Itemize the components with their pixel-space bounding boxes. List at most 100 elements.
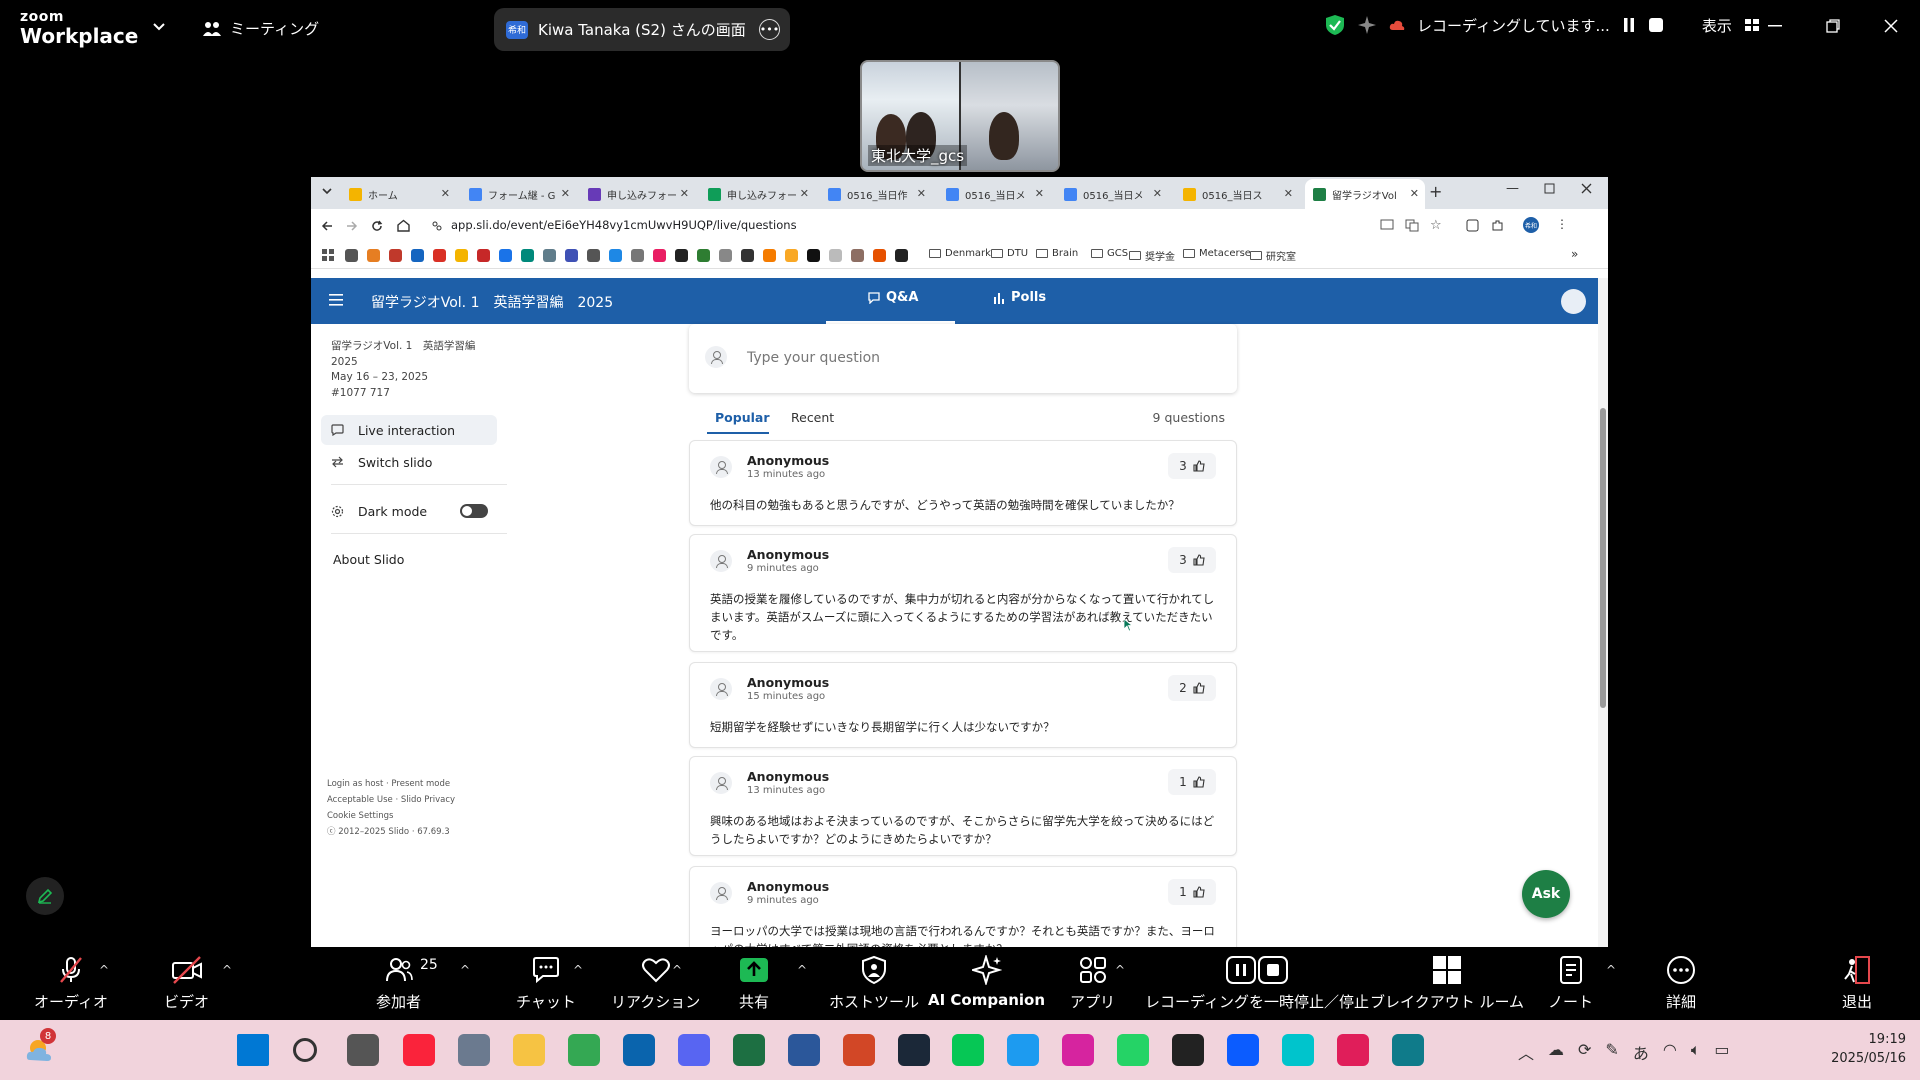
translate-icon[interactable]: [1405, 219, 1419, 232]
apps-button[interactable]: アプリ: [1070, 955, 1115, 1012]
bookmark-folder[interactable]: Metacerse: [1183, 248, 1251, 259]
tab-close-icon[interactable]: ✕: [680, 187, 689, 200]
weather-widget[interactable]: 8: [24, 1028, 58, 1064]
user-avatar-icon[interactable]: [1561, 289, 1586, 314]
bookmark-favicon-icon[interactable]: [411, 249, 424, 262]
chrome-icon[interactable]: [568, 1034, 600, 1066]
share-options-caret[interactable]: ^: [797, 963, 807, 977]
breakout-rooms-button[interactable]: ブレイクアウト ルーム: [1370, 955, 1524, 1012]
bookmark-favicon-icon[interactable]: [367, 249, 380, 262]
bookmark-favicon-icon[interactable]: [499, 249, 512, 262]
reload-icon[interactable]: [371, 220, 383, 232]
extensions-puzzle-icon[interactable]: [1491, 219, 1504, 232]
notes-button[interactable]: ノート: [1548, 955, 1593, 1012]
sync-icon[interactable]: ⟳: [1578, 1040, 1591, 1064]
host-tools-button[interactable]: ホストツール: [829, 955, 919, 1012]
about-slido-link[interactable]: About Slido: [333, 552, 404, 567]
shield-check-icon[interactable]: [1325, 14, 1345, 36]
powerpoint-icon[interactable]: [843, 1034, 875, 1066]
annotate-pencil-button[interactable]: [26, 877, 64, 915]
home-icon[interactable]: [397, 219, 410, 232]
browser-tab[interactable]: 0516_当日ス ✕: [1175, 179, 1299, 209]
tab-recent[interactable]: Recent: [791, 410, 834, 425]
stop-recording-icon[interactable]: [1648, 17, 1664, 33]
ask-button[interactable]: Ask: [1522, 870, 1570, 918]
wifi-icon[interactable]: ◠: [1663, 1040, 1677, 1064]
url-text[interactable]: app.sli.do/event/eEi6eYH48vy1cmUwvH9UQP/…: [451, 218, 797, 232]
pause-recording-icon[interactable]: [1622, 17, 1636, 33]
ai-sparkle-icon[interactable]: [1357, 15, 1377, 35]
sidebar-item-switch-slido[interactable]: Switch slido: [321, 447, 497, 477]
tab-close-icon[interactable]: ✕: [441, 187, 450, 200]
reactions-options-caret[interactable]: ^: [672, 963, 682, 977]
bookmark-folder[interactable]: 研究室: [1250, 248, 1296, 263]
like-button[interactable]: 2: [1168, 675, 1216, 701]
view-label[interactable]: 表示: [1702, 15, 1732, 36]
tab-close-icon[interactable]: ✕: [1410, 187, 1419, 200]
browser-tab[interactable]: ホーム ✕: [341, 179, 456, 209]
browser-restore-icon[interactable]: [1544, 183, 1555, 194]
question-input-placeholder[interactable]: Type your question: [747, 350, 880, 366]
music-app-icon[interactable]: [403, 1034, 435, 1066]
like-button[interactable]: 1: [1168, 879, 1216, 905]
tab-close-icon[interactable]: ✕: [800, 187, 809, 200]
ime-indicator[interactable]: あ: [1633, 1040, 1649, 1064]
browser-tab[interactable]: 申し込みフォー ✕: [580, 179, 695, 209]
site-info-icon[interactable]: [431, 220, 443, 232]
footer-host-links[interactable]: Login as host · Present mode: [327, 776, 455, 792]
tab-close-icon[interactable]: ✕: [561, 187, 570, 200]
dark-mode-toggle[interactable]: [460, 504, 488, 518]
video-button[interactable]: ビデオ: [164, 955, 209, 1012]
profile-avatar[interactable]: 希和: [1523, 217, 1539, 233]
browser-tab[interactable]: 申し込みフォー ✕: [700, 179, 815, 209]
bookmark-favicon-icon[interactable]: [565, 249, 578, 262]
bookmark-favicon-icon[interactable]: [345, 249, 358, 262]
pen-app-icon[interactable]: [1392, 1034, 1424, 1066]
reactions-button[interactable]: リアクション: [611, 955, 700, 1012]
tab-close-icon[interactable]: ✕: [1153, 187, 1162, 200]
page-scrollbar[interactable]: [1598, 278, 1608, 947]
pen-icon[interactable]: ✎: [1605, 1040, 1618, 1064]
new-tab-icon[interactable]: +: [1429, 182, 1442, 201]
task-view-icon[interactable]: [347, 1034, 379, 1066]
instagram-icon[interactable]: [1062, 1034, 1094, 1066]
whatsapp-icon[interactable]: [1117, 1034, 1149, 1066]
tab-close-icon[interactable]: ✕: [917, 187, 926, 200]
browser-tab[interactable]: 0516_当日作 ✕: [820, 179, 932, 209]
excel-icon[interactable]: [733, 1034, 765, 1066]
bookmark-favicon-icon[interactable]: [851, 249, 864, 262]
chat-options-caret[interactable]: ^: [573, 963, 583, 977]
bookmark-star-icon[interactable]: ☆: [1430, 218, 1442, 233]
browser-menu-icon[interactable]: ⋮: [1556, 217, 1568, 231]
leave-button[interactable]: 退出: [1842, 955, 1872, 1012]
like-button[interactable]: 3: [1168, 453, 1216, 479]
extension-icon[interactable]: [1466, 219, 1479, 232]
more-button[interactable]: 詳細: [1665, 955, 1697, 1012]
notes-options-caret[interactable]: ^: [1606, 963, 1616, 977]
apps-grid-icon[interactable]: [322, 249, 334, 261]
bookmark-favicon-icon[interactable]: [763, 249, 776, 262]
word-icon[interactable]: [788, 1034, 820, 1066]
install-app-icon[interactable]: [1380, 219, 1394, 231]
tab-close-icon[interactable]: ✕: [1035, 187, 1044, 200]
bookmark-favicon-icon[interactable]: [587, 249, 600, 262]
bookmark-favicon-icon[interactable]: [609, 249, 622, 262]
more-bookmarks-icon[interactable]: »: [1571, 247, 1578, 261]
sidebar-item-live-interaction[interactable]: Live interaction: [321, 415, 497, 445]
participant-video-thumbnail[interactable]: 東北大学_gcs: [860, 60, 1060, 172]
screen-share-indicator[interactable]: 希和 Kiwa Tanaka (S2) さんの画面 •••: [494, 8, 790, 51]
bookmark-folder[interactable]: 奨学金: [1129, 248, 1175, 263]
taskbar-clock[interactable]: 19:19 2025/05/16: [1818, 1030, 1906, 1068]
bookmark-favicon-icon[interactable]: [543, 249, 556, 262]
bookmark-folder[interactable]: Brain: [1036, 248, 1078, 259]
discord-icon[interactable]: [678, 1034, 710, 1066]
bookmark-favicon-icon[interactable]: [521, 249, 534, 262]
settings-icon[interactable]: [458, 1034, 490, 1066]
tab-close-icon[interactable]: ✕: [1284, 187, 1293, 200]
meeting-menu[interactable]: ミーティング: [202, 18, 319, 39]
zoom-icon[interactable]: [1227, 1034, 1259, 1066]
question-input-box[interactable]: Type your question: [689, 324, 1237, 393]
bookmark-favicon-icon[interactable]: [719, 249, 732, 262]
twitter-icon[interactable]: [1007, 1034, 1039, 1066]
participants-options-caret[interactable]: ^: [460, 963, 470, 977]
